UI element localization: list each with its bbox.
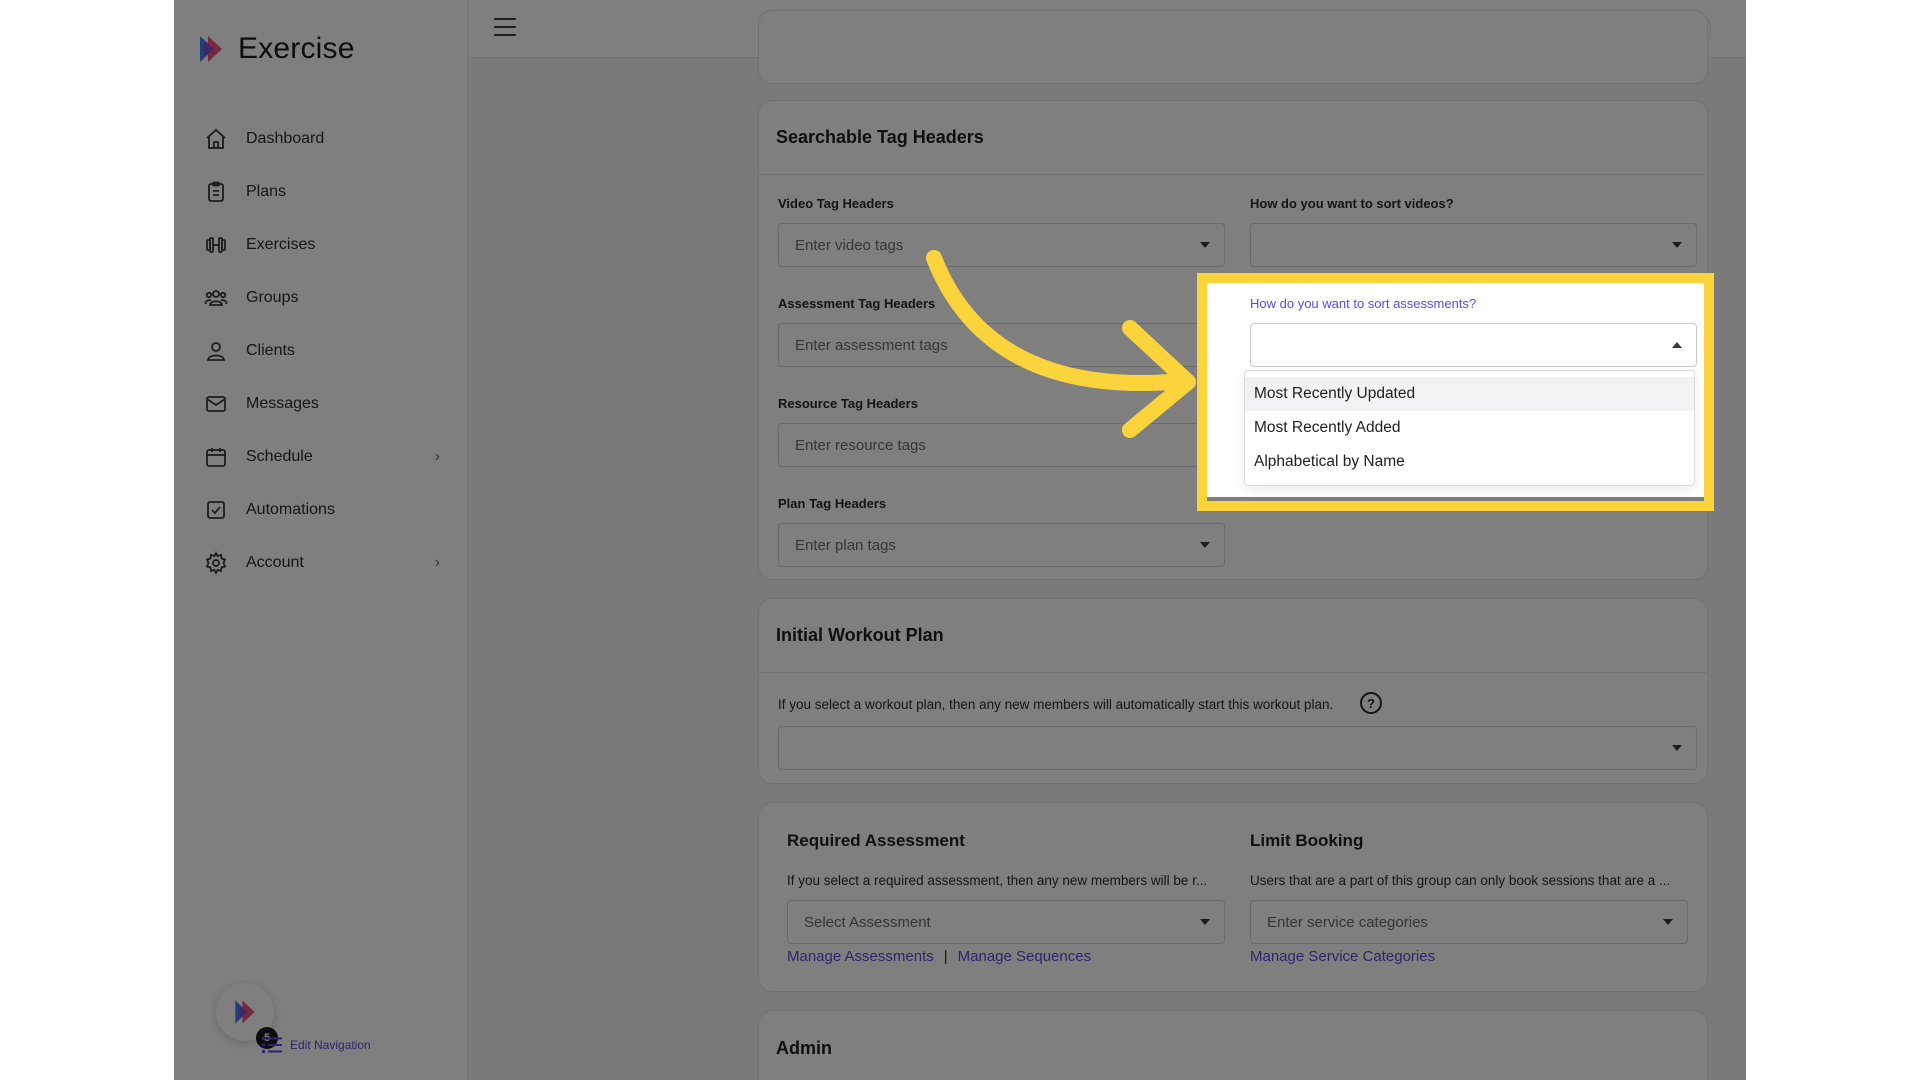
assessment-tags-input[interactable]: Enter assessment tags xyxy=(778,323,1225,367)
sort-option-alphabetical[interactable]: Alphabetical by Name xyxy=(1245,445,1694,479)
caret-down-icon xyxy=(1200,542,1210,548)
select-assessment-placeholder: Select Assessment xyxy=(804,913,931,931)
sidebar-item-clients[interactable]: Clients xyxy=(204,324,440,377)
manage-sequences-link[interactable]: Manage Sequences xyxy=(958,948,1091,965)
mail-icon xyxy=(206,395,226,412)
list-icon xyxy=(262,1037,282,1053)
caret-down-icon xyxy=(1200,242,1210,248)
section-title: Searchable Tag Headers xyxy=(759,101,1707,175)
sidebar-item-account[interactable]: Account › xyxy=(204,536,440,589)
manage-assessments-link[interactable]: Manage Assessments xyxy=(787,948,934,965)
checkbox-icon xyxy=(207,500,225,519)
limit-booking-description: Users that are a part of this group can … xyxy=(1250,873,1671,888)
service-category-links: Manage Service Categories xyxy=(1250,948,1435,966)
video-tags-input[interactable]: Enter video tags xyxy=(778,223,1225,267)
clipboard-icon xyxy=(208,181,224,202)
workout-plan-select[interactable] xyxy=(778,726,1697,770)
brand-name: Exercise xyxy=(238,32,355,65)
edit-navigation-link[interactable]: Edit Navigation xyxy=(262,1036,371,1054)
sidebar-item-label: Groups xyxy=(246,288,299,306)
sidebar-item-label: Dashboard xyxy=(246,129,325,147)
users-icon xyxy=(204,289,228,306)
required-assessment-title: Required Assessment xyxy=(787,831,965,850)
plan-tags-input[interactable]: Enter plan tags xyxy=(778,523,1225,567)
workout-plan-description: If you select a workout plan, then any n… xyxy=(778,697,1334,712)
sidebar-item-label: Messages xyxy=(246,394,319,412)
brand[interactable]: Exercise xyxy=(194,32,355,66)
assessment-tags-placeholder: Enter assessment tags xyxy=(795,336,948,354)
assessment-tag-headers-label: Assessment Tag Headers xyxy=(778,296,936,311)
section-title: Admin xyxy=(776,1037,832,1058)
menu-toggle-icon[interactable] xyxy=(494,18,516,38)
help-icon[interactable]: ? xyxy=(1360,692,1382,714)
resource-tag-headers-label: Resource Tag Headers xyxy=(778,396,918,411)
resource-tags-input[interactable]: Enter resource tags xyxy=(778,423,1225,467)
sidebar-item-messages[interactable]: Messages xyxy=(204,377,440,430)
sidebar-item-label: Automations xyxy=(246,500,335,518)
sidebar-item-label: Exercises xyxy=(246,235,316,253)
previous-section-card xyxy=(758,10,1708,84)
link-separator: | xyxy=(943,948,948,965)
admin-card: Admin xyxy=(758,1010,1708,1080)
sort-assessments-menu: Most Recently Updated Most Recently Adde… xyxy=(1244,370,1695,486)
sidebar: Exercise Dashboard Plans Exercises Group… xyxy=(174,0,468,1080)
sidebar-item-label: Plans xyxy=(246,182,287,200)
sidebar-item-groups[interactable]: Groups xyxy=(204,271,440,324)
sidebar-item-label: Account xyxy=(246,553,304,571)
required-assessment-description: If you select a required assessment, the… xyxy=(787,873,1208,888)
limit-booking-title: Limit Booking xyxy=(1250,831,1364,850)
assessment-links: Manage Assessments | Manage Sequences xyxy=(787,948,1091,965)
service-categories-input[interactable]: Enter service categories xyxy=(1250,900,1688,944)
sidebar-item-label: Schedule xyxy=(246,447,313,465)
chevron-right-icon: › xyxy=(434,447,440,465)
edit-navigation-label: Edit Navigation xyxy=(290,1038,371,1052)
home-icon xyxy=(206,128,226,149)
sidebar-item-label: Clients xyxy=(246,341,295,359)
sort-assessments-label: How do you want to sort assessments? xyxy=(1250,296,1477,311)
sidebar-nav: Dashboard Plans Exercises Groups Clients… xyxy=(204,112,440,589)
sidebar-item-exercises[interactable]: Exercises xyxy=(204,218,440,271)
video-tag-headers-label: Video Tag Headers xyxy=(778,196,894,211)
sort-assessments-select[interactable] xyxy=(1250,323,1697,367)
plan-tags-placeholder: Enter plan tags xyxy=(795,536,896,554)
sort-videos-label: How do you want to sort videos? xyxy=(1250,196,1454,211)
caret-down-icon xyxy=(1672,242,1682,248)
select-assessment-dropdown[interactable]: Select Assessment xyxy=(787,900,1225,944)
caret-down-icon xyxy=(1672,745,1682,751)
service-categories-placeholder: Enter service categories xyxy=(1267,913,1428,931)
resource-tags-placeholder: Enter resource tags xyxy=(795,436,926,454)
caret-up-icon xyxy=(1672,342,1682,348)
brand-logo-icon xyxy=(235,1000,255,1024)
dumbbell-icon xyxy=(206,236,226,253)
section-title: Initial Workout Plan xyxy=(759,599,1707,673)
user-icon xyxy=(207,341,225,361)
gear-icon xyxy=(205,550,227,575)
manage-service-categories-link[interactable]: Manage Service Categories xyxy=(1250,948,1435,965)
assistant-bubble[interactable]: 5 xyxy=(216,983,278,1049)
sidebar-item-automations[interactable]: Automations xyxy=(204,483,440,536)
sort-videos-select[interactable] xyxy=(1250,223,1697,267)
video-tags-placeholder: Enter video tags xyxy=(795,236,904,254)
sidebar-item-schedule[interactable]: Schedule › xyxy=(204,430,440,483)
sort-option-most-recently-updated[interactable]: Most Recently Updated xyxy=(1245,377,1694,411)
assistant-button[interactable]: 5 xyxy=(216,983,278,1049)
sort-option-most-recently-added[interactable]: Most Recently Added xyxy=(1245,411,1694,445)
plan-tag-headers-label: Plan Tag Headers xyxy=(778,496,887,511)
chevron-right-icon: › xyxy=(434,553,440,571)
caret-down-icon xyxy=(1200,919,1210,925)
calendar-icon xyxy=(206,447,226,467)
brand-logo-icon xyxy=(200,36,222,62)
caret-down-icon xyxy=(1663,919,1673,925)
sidebar-item-plans[interactable]: Plans xyxy=(204,165,440,218)
sidebar-item-dashboard[interactable]: Dashboard xyxy=(204,112,440,165)
